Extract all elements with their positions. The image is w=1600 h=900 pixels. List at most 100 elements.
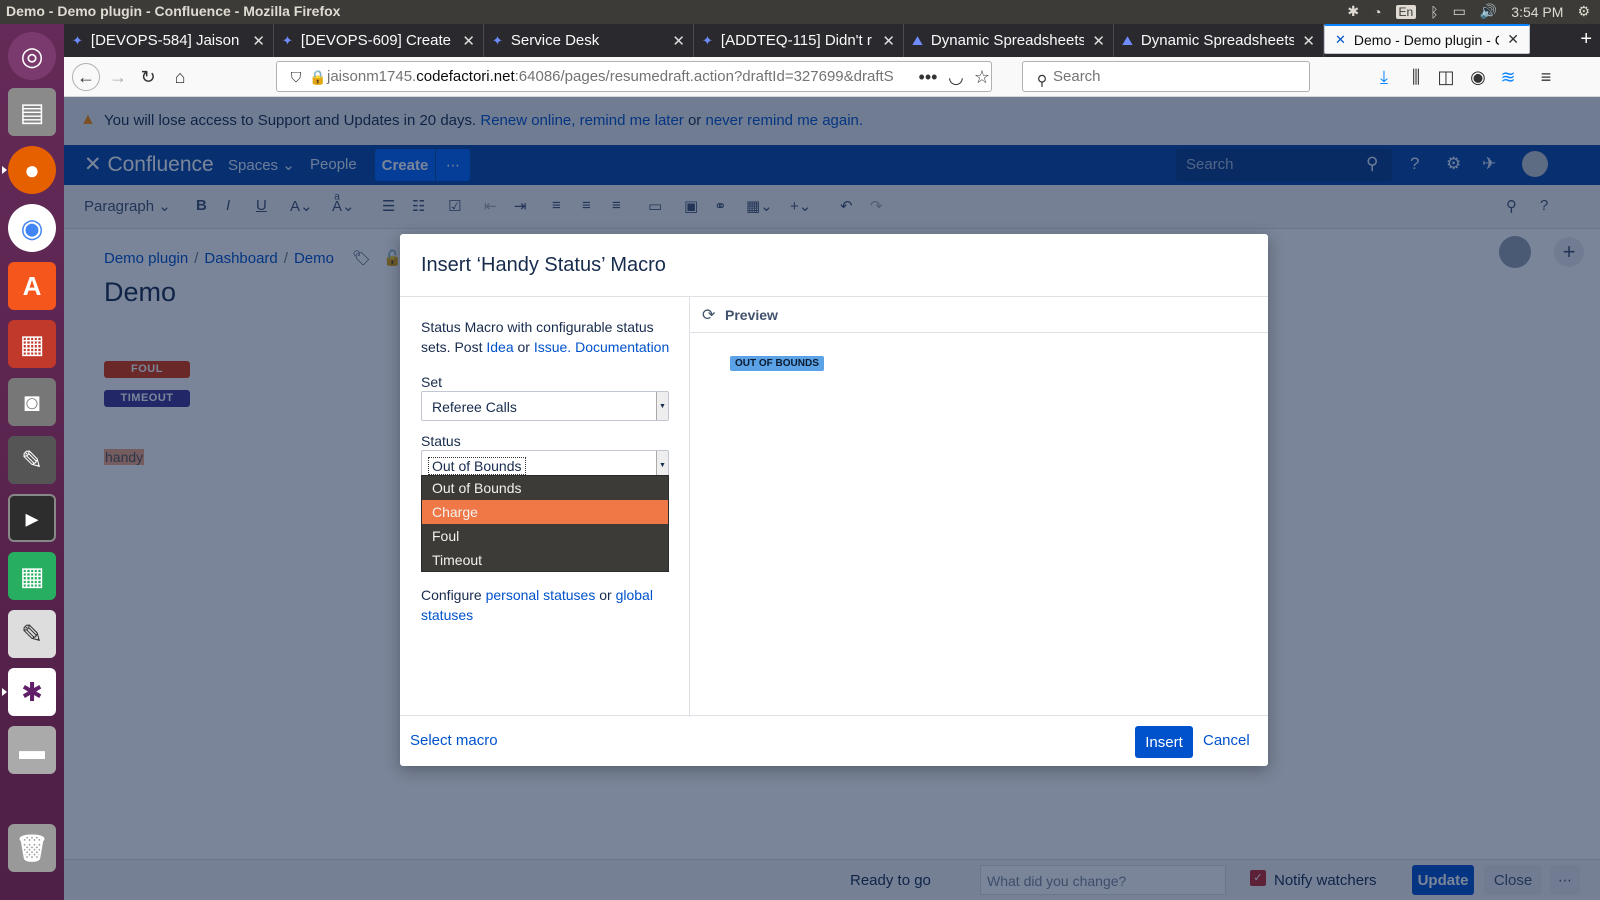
tab-dynamic-spreadsheets-2[interactable]: ⛰ Dynamic Spreadsheets ✕	[1114, 24, 1324, 57]
renew-online-link[interactable]: Renew online,	[480, 112, 575, 129]
gear-icon[interactable]: ⚙	[1446, 154, 1461, 174]
select-macro-link[interactable]: Select macro	[410, 732, 498, 749]
italic-icon[interactable]: I	[226, 197, 230, 214]
breadcrumb-demo[interactable]: Demo	[294, 250, 334, 267]
chrome-icon[interactable]: ◉	[8, 204, 56, 252]
camera-icon[interactable]: ◙	[8, 378, 56, 426]
close-button[interactable]: Close	[1484, 865, 1542, 895]
never-remind-link[interactable]: never remind me again.	[705, 112, 863, 129]
cancel-button[interactable]: Cancel	[1203, 732, 1250, 749]
trash-icon[interactable]: 🗑	[8, 824, 56, 872]
keyboard-layout-indicator[interactable]: En	[1395, 4, 1417, 19]
people-link[interactable]: People	[310, 156, 357, 173]
slack-tray-icon[interactable]: ✱	[1347, 3, 1359, 20]
text-editor-icon[interactable]: ✎	[8, 610, 56, 658]
tab-devops-609[interactable]: ✦ [DEVOPS-609] Create t ✕	[274, 24, 484, 57]
settings-icon[interactable]: ✎	[8, 436, 56, 484]
align-left-icon[interactable]: ≡	[552, 197, 561, 214]
more-options-button[interactable]: ⋯	[1550, 865, 1580, 895]
sidebar-icon[interactable]: ◫	[1432, 63, 1460, 91]
calc-icon[interactable]: ▦	[8, 552, 56, 600]
create-button[interactable]: Create	[375, 149, 435, 181]
home-icon[interactable]: ⌂	[166, 63, 194, 91]
undo-icon[interactable]: ↶	[840, 197, 853, 215]
editor-help-icon[interactable]: ?	[1540, 197, 1548, 214]
tab-demo-active[interactable]: ✕ Demo - Demo plugin - C ✕	[1324, 24, 1530, 54]
update-button[interactable]: Update	[1412, 865, 1474, 895]
library-icon[interactable]: ⫼	[1402, 63, 1430, 91]
confluence-logo[interactable]: ✕ Confluence	[84, 152, 214, 177]
numbered-list-icon[interactable]: ☷	[412, 197, 425, 215]
align-center-icon[interactable]: ≡	[582, 197, 591, 214]
indent-icon[interactable]: ⇥	[514, 197, 527, 215]
notifications-icon[interactable]: ✈	[1482, 154, 1496, 174]
clock[interactable]: 3:54 PM	[1511, 4, 1563, 20]
new-tab-button[interactable]: +	[1580, 28, 1592, 51]
user-avatar[interactable]	[1522, 151, 1548, 177]
create-more-button[interactable]: ⋯	[435, 149, 470, 181]
bluetooth-icon[interactable]: ᛒ	[1430, 4, 1438, 20]
tab-service-desk[interactable]: ✦ Service Desk ✕	[484, 24, 694, 57]
status-option-foul[interactable]: Foul	[422, 524, 668, 548]
firefox-icon[interactable]: ●	[2, 146, 56, 194]
battery-icon[interactable]: ▭	[1453, 3, 1466, 20]
collaborator-avatar[interactable]	[1499, 236, 1531, 268]
tab-addteq-115[interactable]: ✦ [ADDTEQ-115] Didn't r ✕	[694, 24, 904, 57]
tab-close-icon[interactable]: ✕	[462, 32, 475, 50]
spaces-menu[interactable]: Spaces ⌄	[228, 156, 295, 174]
status-option-timeout[interactable]: Timeout	[422, 548, 668, 572]
text-format-icon[interactable]: Aͣ⌄	[332, 197, 355, 215]
task-list-icon[interactable]: ☑	[448, 197, 461, 215]
tab-devops-584[interactable]: ✦ [DEVOPS-584] Jaison M ✕	[64, 24, 274, 57]
status-option-charge[interactable]: Charge	[422, 500, 668, 524]
bullet-list-icon[interactable]: ☰	[382, 197, 395, 215]
remind-later-link[interactable]: remind me later	[580, 112, 684, 129]
tab-close-icon[interactable]: ✕	[1092, 32, 1105, 50]
set-select[interactable]: Referee Calls ▼	[421, 391, 669, 421]
account-icon[interactable]: ◉	[1464, 63, 1492, 91]
paragraph-format-select[interactable]: Paragraph ⌄	[84, 197, 171, 215]
underline-icon[interactable]: U	[256, 197, 267, 214]
reload-icon[interactable]: ↻	[134, 63, 162, 91]
terminal-icon[interactable]: ▸	[8, 494, 56, 542]
disk-icon[interactable]: ▬	[8, 726, 56, 774]
browser-search-input[interactable]: Search	[1022, 61, 1310, 92]
page-title[interactable]: Demo	[104, 277, 176, 308]
page-layout-icon[interactable]: ▭	[648, 197, 662, 215]
redo-icon[interactable]: ↷	[870, 197, 883, 215]
breadcrumb-dashboard[interactable]: Dashboard	[204, 250, 277, 267]
downloads-icon[interactable]: ⤓	[1370, 63, 1398, 91]
slack-icon[interactable]: ✱	[2, 668, 56, 716]
issue-link[interactable]: Issue.	[534, 339, 571, 355]
status-option-out-of-bounds[interactable]: Out of Bounds	[422, 476, 668, 500]
ubuntu-dash-icon[interactable]: ◎	[8, 32, 56, 80]
tab-close-icon[interactable]: ✕	[882, 32, 895, 50]
table-icon[interactable]: ▦⌄	[746, 197, 773, 215]
tab-close-icon[interactable]: ✕	[1302, 32, 1315, 50]
breadcrumb-demo-plugin[interactable]: Demo plugin	[104, 250, 188, 267]
handy-macro-placeholder[interactable]: handy	[104, 449, 145, 465]
personal-statuses-link[interactable]: personal statuses	[486, 587, 596, 603]
notify-watchers-checkbox[interactable]: ✓	[1250, 870, 1266, 886]
extension-icon[interactable]: ≋	[1494, 63, 1522, 91]
page-actions-icon[interactable]: •••	[914, 63, 942, 91]
image-icon[interactable]: ▣	[684, 197, 698, 215]
documentation-link[interactable]: Documentation	[575, 339, 669, 355]
power-gear-icon[interactable]: ⚙	[1577, 3, 1590, 20]
insecure-lock-icon[interactable]: 🔒	[304, 63, 332, 91]
tab-dynamic-spreadsheets-1[interactable]: ⛰ Dynamic Spreadsheets ✕	[904, 24, 1114, 57]
change-comment-input[interactable]: What did you change?	[980, 865, 1226, 895]
tab-close-icon[interactable]: ✕	[1507, 31, 1519, 48]
impress-icon[interactable]: ▦	[8, 320, 56, 368]
volume-icon[interactable]: 🔊	[1480, 3, 1497, 20]
bookmark-star-icon[interactable]: ☆	[968, 63, 996, 91]
refresh-icon[interactable]: ⟳	[702, 305, 715, 325]
back-arrow-icon[interactable]: ←	[72, 63, 100, 91]
files-icon[interactable]: ▤	[8, 88, 56, 136]
idea-link[interactable]: Idea	[486, 339, 513, 355]
find-replace-icon[interactable]: ⚲	[1506, 197, 1517, 215]
tab-close-icon[interactable]: ✕	[252, 32, 265, 50]
bold-icon[interactable]: B	[196, 197, 207, 214]
insert-plus-icon[interactable]: +⌄	[790, 197, 811, 215]
label-tag-icon[interactable]: 🏷	[352, 250, 371, 267]
